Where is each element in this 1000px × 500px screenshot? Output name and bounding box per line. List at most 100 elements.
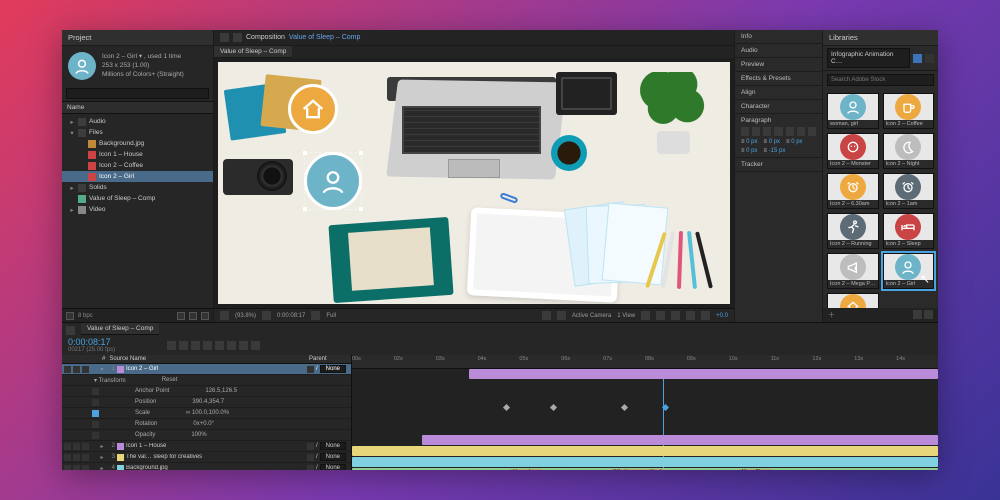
align-button[interactable] bbox=[763, 127, 771, 136]
trash-icon[interactable] bbox=[201, 312, 209, 320]
render-queue-icon[interactable] bbox=[66, 326, 75, 335]
selection-handles[interactable] bbox=[304, 152, 362, 210]
stopwatch-icon[interactable] bbox=[92, 432, 99, 439]
project-item[interactable]: Icon 2 – Coffee bbox=[62, 160, 213, 171]
comp-marker[interactable]: Wife (ring or wedding) bbox=[610, 469, 665, 470]
panel-header[interactable]: Character bbox=[735, 100, 822, 114]
project-item[interactable]: Value of Sleep – Comp bbox=[62, 193, 213, 204]
stopwatch-icon[interactable] bbox=[92, 388, 99, 395]
timeline-timecode[interactable]: 0:00:08:17 bbox=[68, 337, 115, 347]
resolution-dropdown[interactable]: Full bbox=[326, 313, 336, 319]
comp-name-link[interactable]: Value of Sleep – Comp bbox=[289, 34, 360, 41]
panel-header[interactable]: Preview bbox=[735, 58, 822, 72]
new-comp-icon[interactable] bbox=[177, 312, 185, 320]
stopwatch-icon[interactable] bbox=[92, 399, 99, 406]
library-asset[interactable]: woman, girl bbox=[827, 93, 879, 129]
draft3d-icon[interactable] bbox=[191, 341, 200, 350]
comp-marker[interactable]: House Icon bbox=[510, 469, 541, 470]
share-view-icon[interactable] bbox=[641, 311, 650, 320]
project-item[interactable]: ▾Files bbox=[62, 127, 213, 138]
library-asset[interactable]: Icon 2 – 1am bbox=[883, 173, 934, 209]
project-tab[interactable]: Project bbox=[62, 30, 213, 46]
composition-viewer[interactable] bbox=[214, 58, 734, 308]
frame-blend-icon[interactable] bbox=[215, 341, 224, 350]
project-item[interactable]: ▸Solids bbox=[62, 182, 213, 193]
timeline-icon[interactable] bbox=[686, 311, 695, 320]
tracker-panel-header[interactable]: Tracker bbox=[735, 158, 822, 172]
resolution-icon[interactable] bbox=[262, 311, 271, 320]
mask-toggle-icon[interactable] bbox=[557, 311, 566, 320]
layer-bar[interactable] bbox=[352, 457, 938, 467]
panel-header[interactable]: Info bbox=[735, 30, 822, 44]
project-item[interactable]: Background.jpg bbox=[62, 138, 213, 149]
align-button[interactable] bbox=[786, 127, 794, 136]
project-item[interactable]: Icon 1 – House bbox=[62, 149, 213, 160]
timeline-layer-row[interactable]: ▾1Icon 2 – Girl/None bbox=[62, 364, 351, 375]
library-asset[interactable]: Icon 2 – Night bbox=[883, 133, 934, 169]
timeline-layer-row[interactable]: ▾ TransformReset bbox=[62, 375, 351, 386]
timeline-layer-row[interactable]: Rotation0x+0.0° bbox=[62, 419, 351, 430]
panel-header[interactable]: Align bbox=[735, 86, 822, 100]
library-asset[interactable]: Icon 2 – Mega P… bbox=[827, 253, 879, 289]
list-view-icon[interactable] bbox=[925, 54, 934, 63]
timeline-layer-row[interactable]: Opacity100% bbox=[62, 430, 351, 441]
layer-icon-girl-selected[interactable] bbox=[304, 152, 362, 210]
exposure-value[interactable]: +0.0 bbox=[716, 313, 728, 319]
library-asset[interactable]: Icon 2 – Sleep bbox=[883, 213, 934, 249]
camera-dropdown[interactable]: Active Camera bbox=[572, 313, 611, 319]
keyframe[interactable] bbox=[503, 404, 510, 411]
grid-icon[interactable] bbox=[542, 311, 551, 320]
time-ruler[interactable]: 00s02s03s04s05s06s07s08s09s10s11s12s13s1… bbox=[352, 355, 938, 369]
new-folder-icon[interactable] bbox=[189, 312, 197, 320]
comp-tab[interactable]: Value of Sleep – Comp bbox=[214, 46, 292, 58]
keyframe[interactable] bbox=[550, 404, 557, 411]
layer-icon-house[interactable] bbox=[288, 84, 338, 134]
library-asset[interactable]: Icon 2 – Running bbox=[827, 213, 879, 249]
align-button[interactable] bbox=[741, 127, 749, 136]
library-asset[interactable]: Icon 2 – Monster bbox=[827, 133, 879, 169]
motion-blur-icon[interactable] bbox=[227, 341, 236, 350]
search-icon[interactable] bbox=[167, 341, 176, 350]
views-dropdown[interactable]: 1 View bbox=[617, 313, 635, 319]
project-item[interactable]: Icon 2 – Girl bbox=[62, 171, 213, 182]
lock-icon[interactable] bbox=[233, 33, 242, 42]
align-button[interactable] bbox=[797, 127, 805, 136]
layer-bar[interactable] bbox=[352, 446, 938, 456]
align-button[interactable] bbox=[808, 127, 816, 136]
cloud-icon[interactable] bbox=[913, 310, 922, 319]
library-asset[interactable]: Icon 2 – Coffee bbox=[883, 93, 934, 129]
timeline-layer-row[interactable]: Position390.4,354.7 bbox=[62, 397, 351, 408]
library-search-input[interactable]: Search Adobe Stock bbox=[827, 74, 934, 86]
stopwatch-icon[interactable] bbox=[92, 410, 99, 417]
project-item[interactable]: ▸Audio bbox=[62, 116, 213, 127]
home-icon[interactable] bbox=[220, 33, 229, 42]
panel-header[interactable]: Effects & Presets bbox=[735, 72, 822, 86]
project-column-name[interactable]: Name bbox=[62, 101, 213, 114]
library-dropdown[interactable]: Infographic Animation C… bbox=[827, 48, 910, 68]
keyframe[interactable] bbox=[621, 404, 628, 411]
flowchart-icon[interactable] bbox=[701, 311, 710, 320]
timeline-layer-row[interactable]: ▸2Icon 1 – House/None bbox=[62, 441, 351, 452]
pixel-aspect-icon[interactable] bbox=[656, 311, 665, 320]
timeline-layer-row[interactable]: Anchor Point126.5,126.5 bbox=[62, 386, 351, 397]
fast-preview-icon[interactable] bbox=[671, 311, 680, 320]
library-asset[interactable]: Icon 2 – Girl bbox=[883, 253, 934, 289]
zoom-value[interactable]: (93.8%) bbox=[235, 313, 256, 319]
library-asset[interactable]: Icon 2 – 6.30am bbox=[827, 173, 879, 209]
timeline-layer-row[interactable]: ▸4Background.jpg/None bbox=[62, 463, 351, 470]
graph-editor-icon[interactable] bbox=[239, 341, 248, 350]
snapshot-icon[interactable] bbox=[311, 311, 320, 320]
timeline-layer-row[interactable]: ▸3The val… sleep for creatives/None bbox=[62, 452, 351, 463]
layer-bar[interactable] bbox=[422, 435, 938, 445]
project-search-input[interactable] bbox=[66, 88, 209, 99]
comp-marker[interactable]: Mega Phone bbox=[739, 469, 773, 470]
shy-icon[interactable] bbox=[203, 341, 212, 350]
brainstorm-icon[interactable] bbox=[251, 341, 260, 350]
add-content-icon[interactable]: ＋ bbox=[828, 310, 835, 320]
current-time[interactable]: 0:00:08:17 bbox=[277, 313, 305, 319]
timeline-tracks[interactable]: 00s02s03s04s05s06s07s08s09s10s11s12s13s1… bbox=[352, 355, 938, 470]
align-button[interactable] bbox=[774, 127, 782, 136]
grid-view-icon[interactable] bbox=[913, 54, 922, 63]
libraries-tab[interactable]: Libraries bbox=[823, 30, 938, 46]
panel-header[interactable]: Audio bbox=[735, 44, 822, 58]
